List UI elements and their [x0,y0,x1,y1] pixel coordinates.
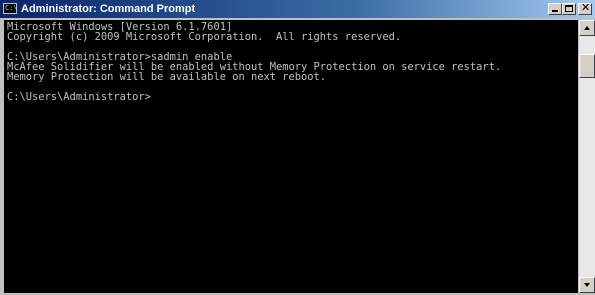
close-button[interactable]: ✕ [578,1,592,15]
console-line: Memory Protection will be available on n… [7,71,327,83]
scroll-track[interactable] [579,36,595,277]
scroll-down-button[interactable] [579,277,595,293]
console-line: Copyright (c) 2009 Microsoft Corporation… [7,31,402,43]
command-prompt-window: C:\ Administrator: Command Prompt ✕ Micr… [0,0,595,295]
console-line: C:\Users\Administrator> [7,91,151,103]
maximize-icon [565,5,573,12]
vertical-scrollbar[interactable] [579,20,595,293]
minimize-button[interactable] [548,3,562,15]
console-output[interactable]: Microsoft Windows [Version 6.1.7601] Cop… [4,20,578,293]
cmd-icon-label: C:\ [5,4,18,12]
maximize-button[interactable] [562,3,576,15]
cmd-icon[interactable]: C:\ [3,3,18,14]
minimize-icon [552,10,558,12]
scroll-up-arrow-icon [584,26,590,30]
window-title: Administrator: Command Prompt [21,3,196,15]
title-bar[interactable]: C:\ Administrator: Command Prompt ✕ [0,0,595,18]
scroll-up-button[interactable] [579,20,595,36]
scroll-thumb[interactable] [579,54,595,78]
scroll-down-arrow-icon [584,283,590,287]
close-icon: ✕ [581,1,591,14]
